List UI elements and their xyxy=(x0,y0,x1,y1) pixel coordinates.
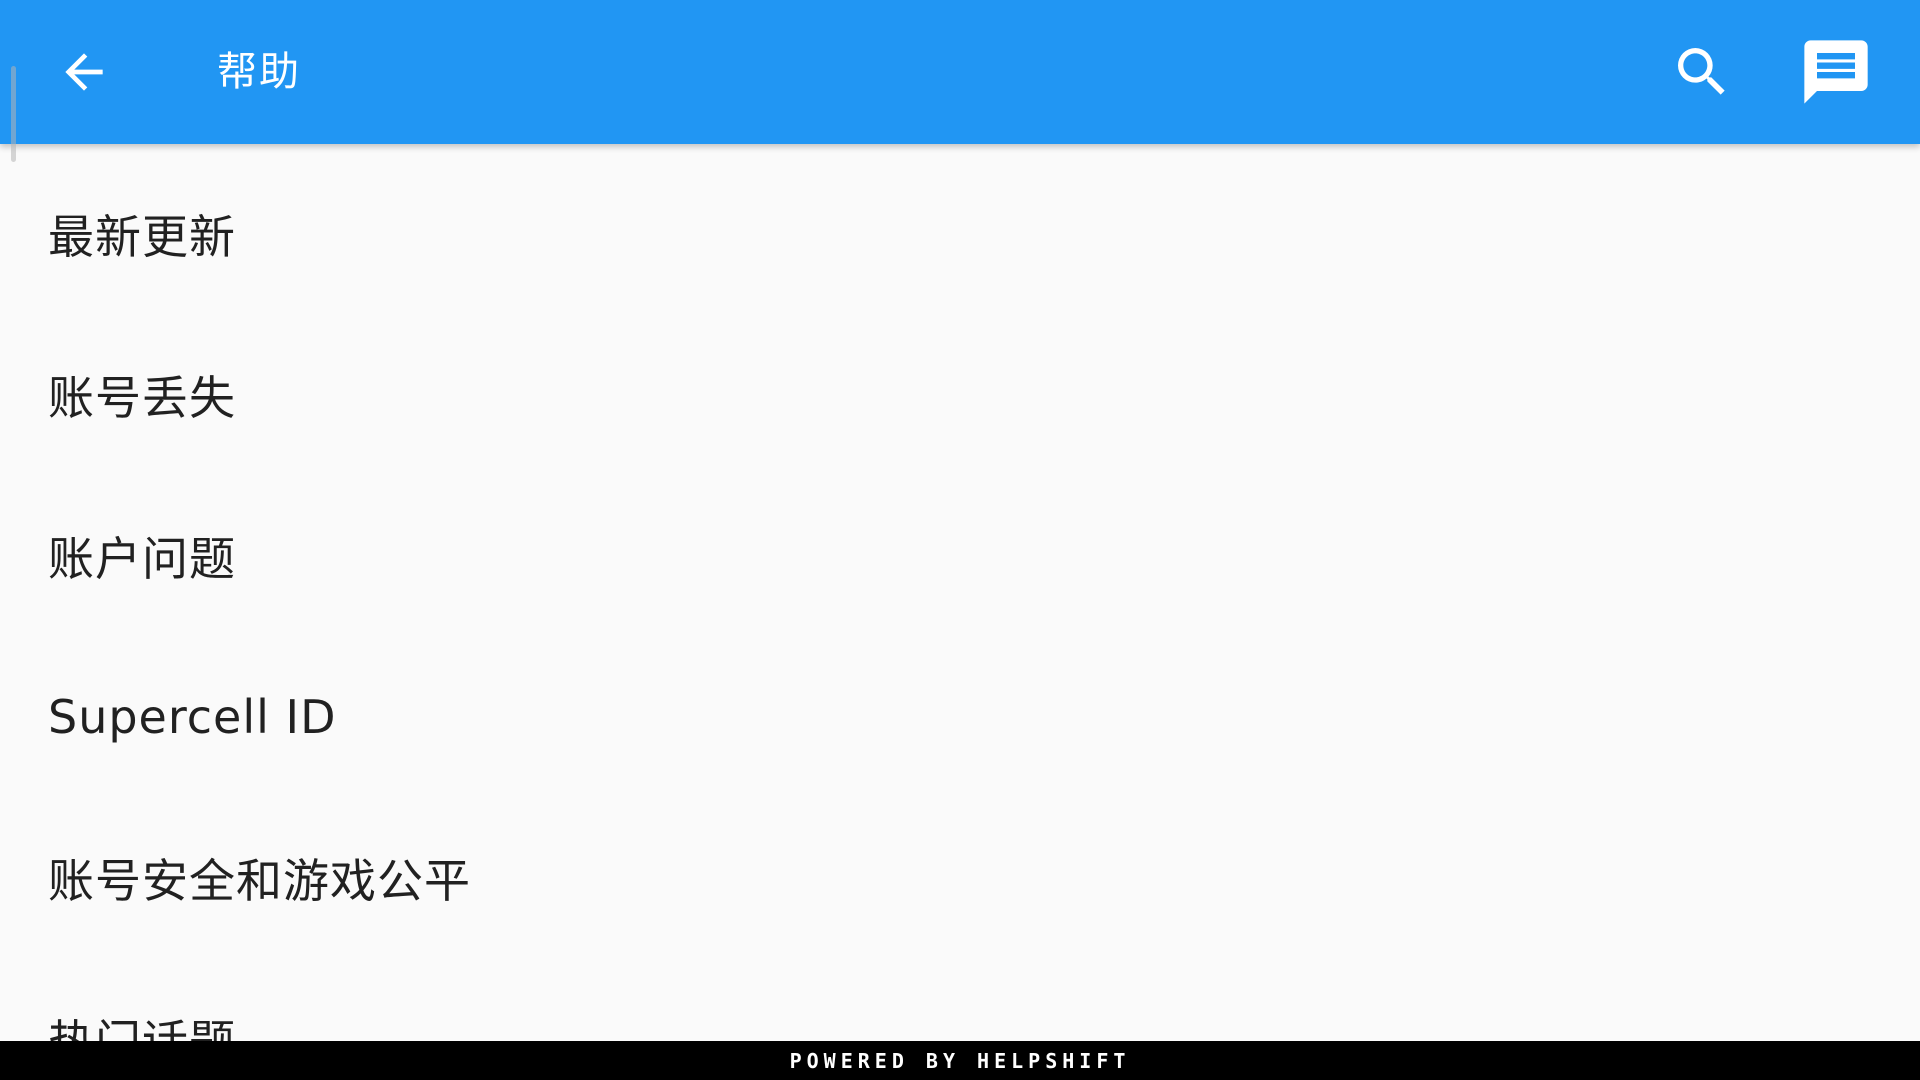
page-title: 帮助 xyxy=(217,49,301,95)
powered-by-text: POWERED BY HELPSHIFT xyxy=(789,1048,1131,1073)
conversation-button[interactable] xyxy=(1794,32,1878,112)
list-item-label: 账号安全和游戏公平 xyxy=(48,853,471,908)
list-item-label: 账户问题 xyxy=(48,531,236,586)
chat-message-icon xyxy=(1804,40,1868,104)
list-item-label: 账号丢失 xyxy=(48,370,236,425)
scroll-indicator xyxy=(11,66,16,162)
list-item-supercell-id[interactable]: Supercell ID xyxy=(0,636,1920,797)
app-toolbar: 帮助 xyxy=(0,0,1920,144)
list-item-account-issues[interactable]: 账户问题 xyxy=(0,475,1920,636)
arrow-left-icon xyxy=(65,53,103,91)
list-item-label: 热门话题 xyxy=(48,1006,236,1042)
list-item-label: Supercell ID xyxy=(48,689,337,744)
powered-by-footer: POWERED BY HELPSHIFT xyxy=(0,1041,1920,1080)
list-item-label: 最新更新 xyxy=(48,209,236,264)
search-icon xyxy=(1678,48,1725,95)
list-item-account-security[interactable]: 账号安全和游戏公平 xyxy=(0,797,1920,958)
list-item-lost-account[interactable]: 账号丢失 xyxy=(0,314,1920,475)
back-button[interactable] xyxy=(42,32,126,112)
list-item-latest-updates[interactable]: 最新更新 xyxy=(0,153,1920,314)
list-item-hot-topics[interactable]: 热门话题 xyxy=(0,958,1920,1042)
search-button[interactable] xyxy=(1660,32,1744,112)
faq-section-list: 最新更新 账号丢失 账户问题 Supercell ID 账号安全和游戏公平 热门… xyxy=(0,144,1920,1042)
help-screen: 帮助 最新更新 账号丢失 账户问题 Supercell ID 账号安全和游戏公平 xyxy=(0,0,1920,1080)
